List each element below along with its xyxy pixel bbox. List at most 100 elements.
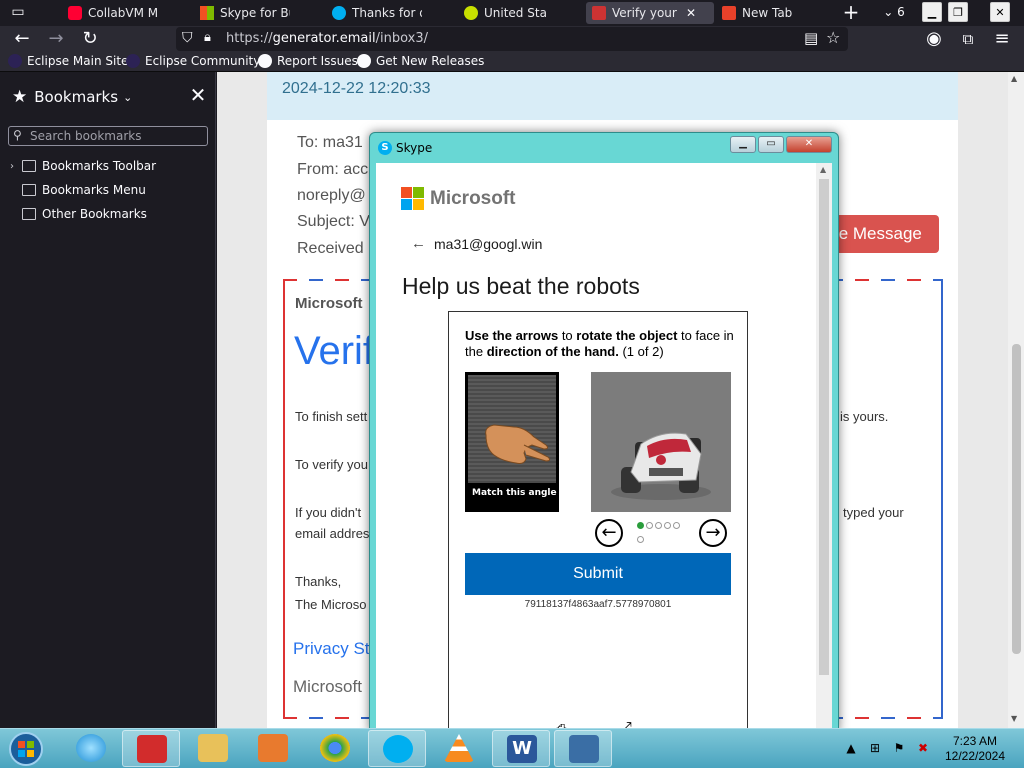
privacy-link[interactable]: Privacy St [293, 639, 370, 659]
page-title: Help us beat the robots [402, 273, 640, 299]
forward-arrow-icon[interactable]: → [46, 29, 66, 49]
search-bookmarks-input[interactable]: ⚲ Search bookmarks [8, 126, 208, 146]
bookmark-get-new-releases[interactable]: Get New Releases [357, 54, 484, 68]
tab-new[interactable]: New Tab [716, 2, 836, 24]
taskbar-explorer[interactable] [184, 730, 242, 767]
tray-expand-icon[interactable]: ▲ [844, 741, 858, 755]
arrow-right-icon: → [705, 522, 721, 543]
scrollbar-thumb[interactable] [819, 179, 829, 675]
delete-message-button[interactable]: te Message [822, 215, 939, 253]
back-arrow-icon[interactable]: ← [411, 235, 426, 252]
instr-bold: Use the arrows [465, 328, 559, 343]
chevron-right-icon[interactable]: › [10, 161, 22, 172]
windows-orb-icon [9, 732, 43, 766]
tab-list-button[interactable]: ⌄ 6 [876, 2, 912, 22]
menu-icon[interactable]: ≡ [992, 29, 1012, 49]
email-date: 2024-12-22 12:20:33 [282, 80, 431, 97]
new-tab-plus-icon[interactable]: + [841, 2, 861, 22]
taskbar-media[interactable] [244, 730, 302, 767]
bookmark-eclipse-community[interactable]: Eclipse Community [126, 54, 260, 68]
star-icon: ★ [12, 87, 28, 107]
tab-united[interactable]: United Sta [458, 2, 588, 24]
taskbar-chrome[interactable] [306, 730, 364, 767]
taskbar-vlc[interactable] [430, 730, 488, 767]
email-heading: Verif [294, 329, 375, 373]
pointing-hand-icon [485, 424, 551, 464]
microsoft-wordmark: Microsoft [430, 187, 516, 209]
tab-verify[interactable]: Verify your ✕ [586, 2, 714, 24]
network-icon[interactable]: ⊞ [868, 741, 882, 755]
windows-taskbar: W ▲ ⊞ ⚑ ✖ 7:23 AM 12/22/2024 [0, 728, 1024, 768]
tray-clock[interactable]: 7:23 AM 12/22/2024 [944, 734, 1006, 764]
page-scrollbar[interactable]: ▲ ▼ [1008, 72, 1024, 728]
account-icon[interactable]: ◉ [924, 29, 944, 49]
url-bar[interactable]: ⛉ 🔒︎ https://generator.email/inbox3/ ▤ ☆ [176, 27, 848, 51]
flag-icon[interactable]: ⚑ [892, 741, 906, 755]
taskbar-app-red[interactable] [122, 730, 180, 767]
email-para3: If you didn't [295, 505, 362, 520]
start-button[interactable] [4, 731, 46, 767]
scrollbar-thumb[interactable] [1012, 344, 1021, 654]
reader-view-icon[interactable]: ▤ [804, 29, 818, 47]
skype-scrollbar[interactable]: ▲ [816, 163, 832, 733]
bookmark-report-issues[interactable]: Report Issues [258, 54, 358, 68]
close-window-icon[interactable]: ✕ [990, 2, 1010, 22]
scroll-up-icon[interactable]: ▲ [1011, 74, 1017, 83]
volume-muted-icon[interactable]: ✖ [916, 741, 930, 755]
tab-collabvm[interactable]: CollabVM Ma [62, 2, 192, 24]
tab-overview-icon[interactable]: ▭ [8, 2, 28, 22]
scroll-up-icon[interactable]: ▲ [820, 165, 826, 174]
bookmark-label: Get New Releases [376, 54, 485, 68]
scroll-down-icon[interactable]: ▼ [1011, 714, 1017, 723]
vlc-icon [444, 734, 474, 762]
email-para1-end: is yours. [840, 409, 889, 424]
maximize-icon[interactable]: ❐ [948, 2, 968, 22]
minimize-icon[interactable]: ▁ [922, 2, 942, 22]
shield-icon[interactable]: ⛉ [182, 30, 193, 46]
sidebar-item-bookmarks-toolbar[interactable]: › Bookmarks Toolbar [10, 159, 156, 173]
account-row[interactable]: ← ma31@googl.win [411, 235, 542, 252]
speaker-icon [464, 6, 478, 20]
rotate-left-button[interactable]: ← [595, 519, 623, 547]
skype-window: S Skype ▁ ▭ ✕ Microsoft ← ma31@googl.win… [369, 132, 839, 751]
arrow-left-icon: ← [601, 522, 617, 543]
instr-bold: direction of the hand. [486, 344, 619, 359]
progress-dots [637, 518, 687, 546]
close-tab-icon[interactable]: ✕ [686, 6, 696, 20]
rotatable-object-image[interactable] [591, 372, 731, 512]
close-icon[interactable]: ✕ [188, 85, 208, 105]
mail-icon [592, 6, 606, 20]
url-protocol: https:// [226, 31, 273, 46]
extensions-icon[interactable]: ⧉ [958, 29, 978, 49]
reload-icon[interactable]: ↻ [80, 29, 100, 49]
email-subject: Subject: V [297, 213, 370, 230]
bookmark-eclipse-main[interactable]: Eclipse Main Site [8, 54, 128, 68]
taskbar-skype[interactable] [368, 730, 426, 767]
submit-button[interactable]: Submit [465, 553, 731, 595]
captcha-instructions: Use the arrows to rotate the object to f… [465, 328, 735, 360]
taskbar-word[interactable]: W [492, 730, 550, 767]
maximize-icon[interactable]: ▭ [758, 136, 784, 153]
tab-thanks[interactable]: Thanks for dc [326, 2, 456, 24]
taskbar-remote-desktop[interactable] [554, 730, 612, 767]
rotate-right-button[interactable]: → [699, 519, 727, 547]
minimize-icon[interactable]: ▁ [730, 136, 756, 153]
sidebar-item-other-bookmarks[interactable]: Other Bookmarks [10, 207, 147, 221]
url-text[interactable]: https://generator.email/inbox3/ [226, 31, 428, 46]
tab-skype-business[interactable]: Skype for Bus [194, 2, 324, 24]
sidebar-item-label: Other Bookmarks [42, 207, 147, 221]
lock-icon[interactable]: 🔒︎ [204, 30, 211, 45]
firefox-icon [722, 6, 736, 20]
microsoft-icon [200, 6, 214, 20]
back-arrow-icon[interactable]: ← [12, 29, 32, 49]
tab-label: New Tab [742, 6, 793, 20]
sidebar-header[interactable]: ★ Bookmarks ⌄ [12, 87, 132, 107]
taskbar-ie[interactable] [62, 730, 120, 767]
close-window-icon[interactable]: ✕ [786, 136, 832, 153]
url-path: /inbox3/ [375, 31, 428, 46]
github-icon [357, 54, 371, 68]
atv-vehicle-icon [611, 432, 711, 500]
sidebar-item-bookmarks-menu[interactable]: Bookmarks Menu [10, 183, 146, 197]
instr-text: (1 of 2) [618, 344, 664, 359]
star-icon[interactable]: ☆ [826, 28, 840, 47]
